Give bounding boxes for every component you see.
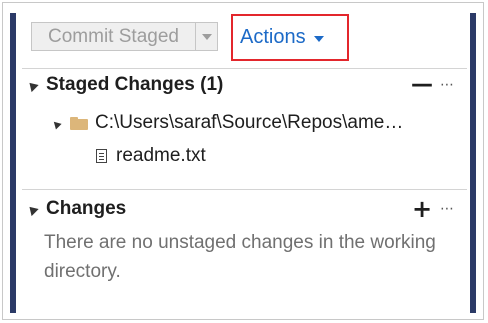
- more-options-icon[interactable]: ⋯: [437, 70, 457, 100]
- unstage-all-icon[interactable]: —: [411, 70, 433, 100]
- actions-label: Actions: [240, 26, 306, 48]
- toolbar: Commit Staged Actions: [22, 13, 467, 68]
- folder-expander-icon[interactable]: [50, 118, 64, 130]
- team-explorer-changes-panel: Commit Staged Actions Staged Changes (1)…: [22, 13, 467, 313]
- changes-header[interactable]: Changes + ⋯: [22, 194, 467, 224]
- commit-staged-split-button[interactable]: Commit Staged: [31, 22, 218, 51]
- folder-icon: [70, 116, 88, 130]
- left-window-border: [10, 13, 16, 313]
- staged-folder-row[interactable]: C:\Users\saraf\Source\Repos\ame…: [50, 110, 403, 136]
- changes-title: Changes: [46, 198, 127, 219]
- screenshot-frame: Commit Staged Actions Staged Changes (1)…: [2, 2, 484, 320]
- empty-changes-message: There are no unstaged changes in the wor…: [44, 232, 436, 282]
- staged-changes-title: Staged Changes (1): [46, 74, 224, 95]
- commit-dropdown-button[interactable]: [196, 23, 217, 50]
- staged-changes-header[interactable]: Staged Changes (1) — ⋯: [22, 70, 467, 100]
- file-icon: [96, 149, 107, 163]
- changes-header-actions: + ⋯: [411, 194, 457, 224]
- actions-menu-button[interactable]: Actions: [231, 14, 349, 61]
- right-window-border: [470, 13, 476, 313]
- commit-staged-button[interactable]: Commit Staged: [32, 23, 196, 50]
- folder-path: C:\Users\saraf\Source\Repos\ame…: [95, 112, 404, 133]
- divider: [22, 68, 467, 69]
- collapse-expander-icon[interactable]: [25, 203, 40, 217]
- divider: [22, 189, 467, 190]
- collapse-expander-icon[interactable]: [25, 79, 40, 93]
- file-name: readme.txt: [116, 145, 206, 166]
- more-options-icon[interactable]: ⋯: [437, 194, 457, 224]
- staged-header-actions: — ⋯: [411, 70, 457, 100]
- chevron-down-icon: [313, 36, 324, 42]
- dropdown-arrow-icon: [201, 33, 212, 40]
- stage-all-icon[interactable]: +: [411, 194, 433, 224]
- staged-file-row[interactable]: readme.txt: [96, 143, 206, 169]
